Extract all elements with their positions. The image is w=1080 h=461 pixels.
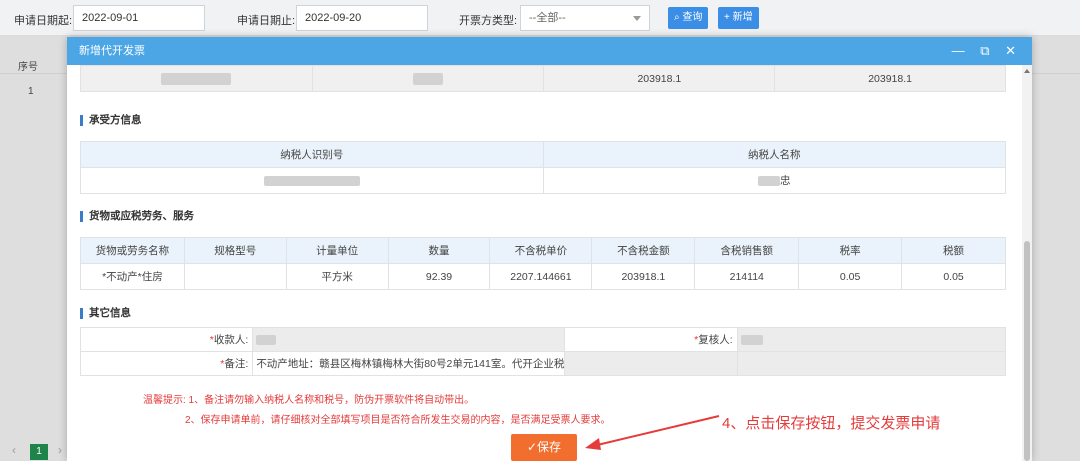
redacted-block <box>263 175 360 186</box>
seller-cell-1 <box>80 65 313 92</box>
modal-header: 新增代开发票 — ⧉ ✕ <box>67 37 1032 65</box>
grid-row-seq: 1 <box>28 86 34 97</box>
goods-col-sales: 含税销售额 <box>694 237 800 264</box>
query-button-label: 查询 <box>682 12 703 23</box>
goods-cell-sales[interactable]: 214114 <box>694 263 800 290</box>
remark-extra-cell <box>564 351 738 376</box>
goods-col-unit: 计量单位 <box>285 237 389 264</box>
search-icon: ⌕ <box>674 12 680 23</box>
save-button[interactable]: ✓保存 <box>511 434 577 461</box>
query-button[interactable]: ⌕ 查询 <box>668 7 709 29</box>
tip-line-2: 2、保存申请单前，请仔细核对全部填写项目是否符合所发生交易的内容，是否满足受票人… <box>185 415 611 426</box>
grid-col-seq: 序号 <box>18 62 38 73</box>
buyer-col-name: 纳税人名称 <box>542 141 1007 168</box>
start-date-label: 申请日期起: <box>14 15 73 27</box>
goods-col-spec: 规格型号 <box>183 237 287 264</box>
goods-cell-tax[interactable]: 0.05 <box>901 263 1006 290</box>
seller-cell-2 <box>311 65 545 92</box>
filter-bar: 申请日期起: 2022-09-01 申请日期止: 2022-09-20 开票方类… <box>0 0 1080 36</box>
buyer-section-title: 承受方信息 <box>80 115 142 126</box>
redacted-block <box>758 176 781 187</box>
pager: ‹ 1 › <box>0 437 70 461</box>
buyer-col-id: 纳税人识别号 <box>80 141 544 168</box>
payee-label-cell: *收款人: <box>79 327 254 352</box>
remark-field[interactable]: 不动产地址：赣县区梅林镇梅林大街80号2单元141室。代开企业税 <box>252 351 566 376</box>
goods-col-qty: 数量 <box>387 237 491 264</box>
start-date-input[interactable]: 2022-09-01 <box>73 5 205 31</box>
goods-cell-name[interactable]: *不动产*住房 <box>80 263 185 290</box>
redacted-block <box>413 72 444 85</box>
redacted-block <box>740 334 763 345</box>
pager-prev-icon[interactable]: ‹ <box>12 443 16 457</box>
remark-extra-field <box>736 351 1007 376</box>
payee-label: 收款人: <box>213 334 249 346</box>
tip-line-1: 温馨提示: 1、备注请勿输入纳税人名称和税号，防伪开票软件将自动带出。 <box>143 395 475 406</box>
scroll-up-icon[interactable] <box>1024 69 1030 73</box>
goods-cell-unit-price[interactable]: 2207.144661 <box>489 263 593 290</box>
goods-col-amount: 不含税金额 <box>591 237 696 264</box>
end-date-input[interactable]: 2022-09-20 <box>296 5 428 31</box>
modal-scrollbar[interactable] <box>1022 65 1032 461</box>
modal-body: 203918.1 203918.1 承受方信息 纳税人识别号 纳税人名称 忠 货… <box>67 65 1022 461</box>
seller-amount-2: 203918.1 <box>774 65 1006 92</box>
goods-cell-rate[interactable]: 0.05 <box>798 263 903 290</box>
goods-cell-spec[interactable] <box>183 263 287 290</box>
pager-page[interactable]: 1 <box>30 444 48 460</box>
seller-table: 203918.1 203918.1 <box>80 65 1006 92</box>
reviewer-label-cell: *复核人: <box>564 327 738 352</box>
goods-cell-qty[interactable]: 92.39 <box>387 263 491 290</box>
other-section-title: 其它信息 <box>80 308 131 319</box>
remark-label: 备注: <box>224 358 249 370</box>
goods-cell-amount[interactable]: 203918.1 <box>591 263 696 290</box>
modal-title: 新增代开发票 <box>79 45 145 57</box>
seller-amount-1: 203918.1 <box>543 65 776 92</box>
buyer-table: 纳税人识别号 纳税人名称 忠 <box>80 141 1007 194</box>
goods-col-tax: 税额 <box>901 237 1006 264</box>
scroll-thumb[interactable] <box>1024 241 1030 461</box>
end-date-label: 申请日期止: <box>237 15 296 27</box>
add-button[interactable]: + 新增 <box>718 7 759 29</box>
annotation-text: 4、点击保存按钮，提交发票申请 <box>722 415 941 432</box>
annotation-arrow-icon <box>585 415 720 450</box>
goods-section-title: 货物或应税劳务、服务 <box>80 211 194 222</box>
issuer-type-value: --全部-- <box>529 12 566 24</box>
goods-col-rate: 税率 <box>798 237 903 264</box>
remark-label-cell: *备注: <box>79 351 254 376</box>
chevron-down-icon <box>633 16 641 21</box>
redacted-block <box>161 72 232 85</box>
buyer-id-cell[interactable] <box>80 167 544 194</box>
reviewer-field[interactable] <box>736 327 1007 352</box>
goods-col-name: 货物或劳务名称 <box>80 237 185 264</box>
goods-cell-unit[interactable]: 平方米 <box>285 263 389 290</box>
buyer-name-tail: 忠 <box>780 175 791 187</box>
payee-field[interactable] <box>252 327 566 352</box>
goods-table: 货物或劳务名称 规格型号 计量单位 数量 不含税单价 不含税金额 含税销售额 税… <box>80 237 1006 290</box>
issuer-type-label: 开票方类型: <box>459 15 518 27</box>
redacted-block <box>256 334 277 345</box>
window-controls-icon[interactable]: — ⧉ ✕ <box>952 37 1022 65</box>
other-table: *收款人: *复核人: *备注: 不动产地址：赣县区梅林镇梅林大街80号2单元1… <box>79 327 1007 376</box>
pager-next-icon[interactable]: › <box>58 443 62 457</box>
reviewer-label: 复核人: <box>698 334 733 346</box>
issuer-type-select[interactable]: --全部-- <box>520 5 650 31</box>
goods-col-unit-price: 不含税单价 <box>489 237 593 264</box>
buyer-name-cell[interactable]: 忠 <box>542 167 1007 194</box>
new-invoice-modal: 新增代开发票 — ⧉ ✕ 203918.1 203918.1 承受方信息 纳税人… <box>67 37 1032 461</box>
